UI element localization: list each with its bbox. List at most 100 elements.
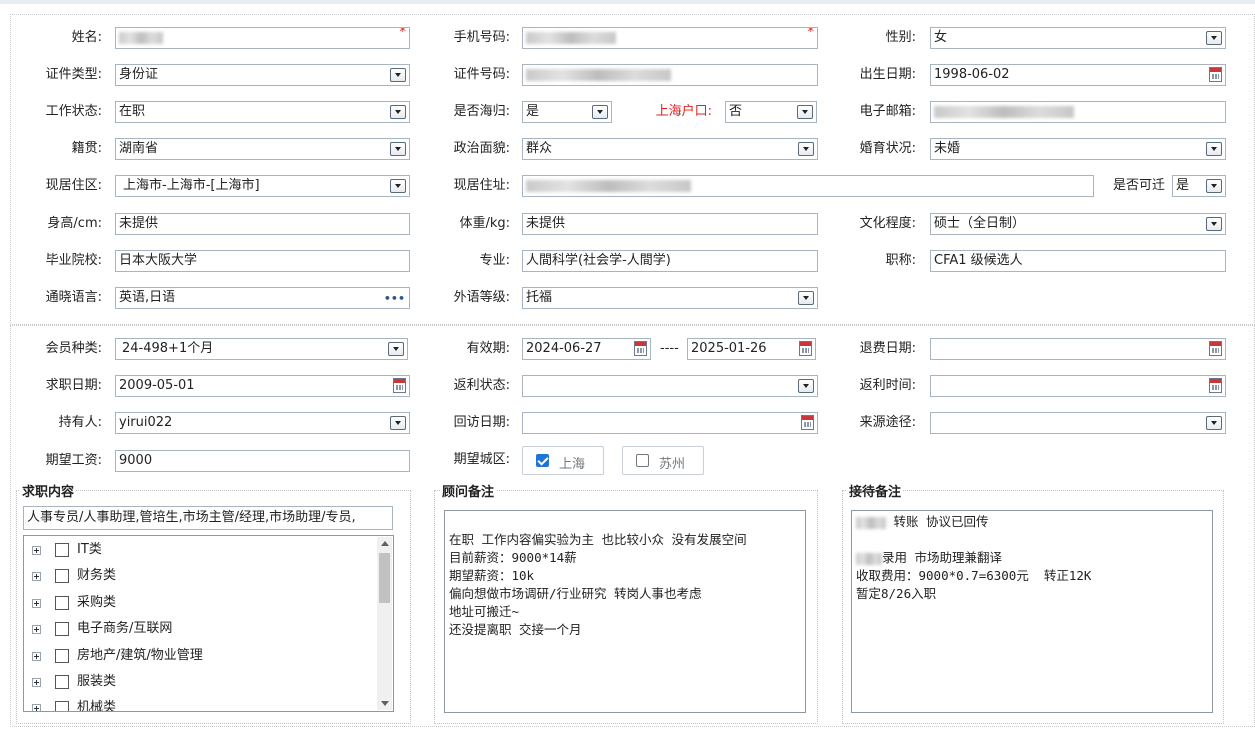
expand-icon[interactable] — [32, 652, 41, 661]
chevron-down-icon[interactable] — [1206, 217, 1222, 231]
holder-select[interactable]: yirui022 — [115, 412, 410, 434]
tree-item[interactable]: IT类 — [32, 540, 362, 560]
calendar-icon[interactable] — [1209, 378, 1222, 393]
weight-input[interactable]: 未提供 — [522, 213, 818, 235]
phone-input[interactable]: * — [522, 27, 818, 49]
email-input[interactable] — [930, 101, 1226, 123]
expand-icon[interactable] — [32, 678, 41, 687]
rebate-time-input[interactable] — [930, 375, 1226, 397]
chevron-down-icon[interactable] — [1206, 179, 1222, 193]
language-level-value: 托福 — [526, 290, 553, 305]
valid-end-input[interactable]: 2025-01-26 — [687, 338, 816, 360]
residence-address-input[interactable] — [522, 175, 1094, 197]
education-select[interactable]: 硕士（全日制） — [930, 213, 1226, 235]
scroll-up-icon[interactable] — [381, 541, 389, 546]
chevron-down-icon[interactable] — [592, 105, 608, 119]
job-seek-date-input[interactable]: 2009-05-01 — [115, 375, 410, 397]
chevron-down-icon[interactable] — [388, 342, 404, 356]
tree-item[interactable]: 房地产/建筑/物业管理 — [32, 646, 362, 666]
tree-scrollbar[interactable] — [377, 537, 392, 710]
calendar-icon[interactable] — [1209, 341, 1222, 356]
reception-notes-textarea[interactable]: 转账 协议已回传 录用 市场助理兼翻译 收取费用：9000*0.7=6300元 转正… — [851, 510, 1213, 713]
city-option-shanghai[interactable]: 上海 — [522, 446, 604, 475]
checkbox-icon[interactable] — [55, 675, 69, 689]
height-input[interactable]: 未提供 — [115, 213, 410, 235]
tree-item[interactable]: 财务类 — [32, 566, 362, 586]
major-input[interactable]: 人間科学(社会学-人間学) — [522, 250, 818, 272]
checkbox-icon[interactable] — [55, 701, 69, 711]
checkbox-icon[interactable] — [55, 622, 69, 636]
revisit-date-input[interactable] — [522, 412, 818, 434]
relocatable-select[interactable]: 是 — [1172, 175, 1226, 197]
scroll-thumb[interactable] — [379, 553, 390, 603]
id-type-select[interactable]: 身份证 — [115, 64, 410, 86]
refund-date-input[interactable] — [930, 338, 1226, 360]
calendar-icon[interactable] — [801, 415, 814, 430]
expected-salary-input[interactable]: 9000 — [115, 450, 410, 472]
chevron-down-icon[interactable] — [797, 105, 813, 119]
expand-icon[interactable] — [32, 599, 41, 608]
chevron-down-icon[interactable] — [390, 416, 406, 430]
checkbox-icon[interactable] — [636, 454, 649, 467]
calendar-icon[interactable] — [393, 378, 406, 393]
tree-item[interactable]: 机械类 — [32, 698, 362, 711]
expand-icon[interactable] — [32, 625, 41, 634]
checkbox-icon[interactable] — [55, 543, 69, 557]
languages-input[interactable]: 英语,日语 ••• — [115, 287, 410, 309]
job-category-tree[interactable]: IT类 财务类 采购类 电子商务/互联网 房地产/建筑/物业管理 服装类 机械类 — [23, 535, 394, 712]
chevron-down-icon[interactable] — [798, 291, 814, 305]
job-content-summary[interactable]: 人事专员/人事助理,管培生,市场主管/经理,市场助理/专员, — [23, 506, 393, 530]
chevron-down-icon[interactable] — [390, 179, 406, 193]
tree-item[interactable]: 电子商务/互联网 — [32, 619, 362, 639]
native-place-select[interactable]: 湖南省 — [115, 138, 410, 160]
name-input[interactable]: * — [115, 27, 410, 49]
consultant-notes-textarea[interactable]: 在职 工作内容偏实验为主 也比较小众 没有发展空间 目前薪资：9000*14薪 期望… — [444, 510, 806, 713]
checkbox-checked-icon[interactable] — [536, 454, 549, 467]
phone-label: 手机号码: — [453, 30, 510, 45]
chevron-down-icon[interactable] — [1206, 31, 1222, 45]
member-type-select[interactable]: 24-498+1个月 — [115, 338, 408, 360]
work-status-select[interactable]: 在职 — [115, 101, 410, 123]
shanghai-hukou-select[interactable]: 否 — [725, 101, 817, 123]
job-title-input[interactable]: CFA1 级候选人 — [930, 250, 1226, 272]
note-line — [449, 513, 801, 531]
language-level-select[interactable]: 托福 — [522, 287, 818, 309]
chevron-down-icon[interactable] — [390, 105, 406, 119]
gender-label: 性别: — [885, 30, 916, 45]
chevron-down-icon[interactable] — [798, 379, 814, 393]
tree-item[interactable]: 服装类 — [32, 672, 362, 692]
overseas-return-select[interactable]: 是 — [522, 101, 612, 123]
residence-address-label: 现居住址: — [453, 178, 510, 193]
more-icon[interactable]: ••• — [384, 293, 405, 305]
id-number-input[interactable] — [522, 64, 818, 86]
expand-icon[interactable] — [32, 546, 41, 555]
rebate-status-select[interactable] — [522, 375, 818, 397]
chevron-down-icon[interactable] — [798, 142, 814, 156]
expand-icon[interactable] — [32, 572, 41, 581]
scroll-down-icon[interactable] — [381, 701, 389, 706]
checkbox-icon[interactable] — [55, 596, 69, 610]
expand-icon[interactable] — [32, 704, 41, 711]
job-title-label: 职称: — [885, 253, 916, 268]
marital-status-select[interactable]: 未婚 — [930, 138, 1226, 160]
calendar-icon[interactable] — [634, 341, 647, 356]
chevron-down-icon[interactable] — [1206, 142, 1222, 156]
chevron-down-icon[interactable] — [390, 142, 406, 156]
school-input[interactable]: 日本大阪大学 — [115, 250, 410, 272]
tree-item[interactable]: 采购类 — [32, 593, 362, 613]
valid-start-input[interactable]: 2024-06-27 — [522, 338, 651, 360]
birth-date-input[interactable]: 1998-06-02 — [930, 64, 1226, 86]
checkbox-icon[interactable] — [55, 649, 69, 663]
calendar-icon[interactable] — [799, 341, 812, 356]
residence-area-select[interactable]: 上海市-上海市-[上海市] — [115, 175, 410, 197]
city-option-suzhou[interactable]: 苏州 — [622, 446, 704, 475]
gender-select[interactable]: 女 — [930, 27, 1226, 49]
checkbox-icon[interactable] — [55, 569, 69, 583]
chevron-down-icon[interactable] — [390, 68, 406, 82]
political-status-select[interactable]: 群众 — [522, 138, 818, 160]
member-type-label: 会员种类: — [45, 341, 102, 356]
education-value: 硕士（全日制） — [934, 216, 1026, 231]
source-select[interactable] — [930, 412, 1226, 434]
chevron-down-icon[interactable] — [1206, 416, 1222, 430]
calendar-icon[interactable] — [1209, 67, 1222, 82]
